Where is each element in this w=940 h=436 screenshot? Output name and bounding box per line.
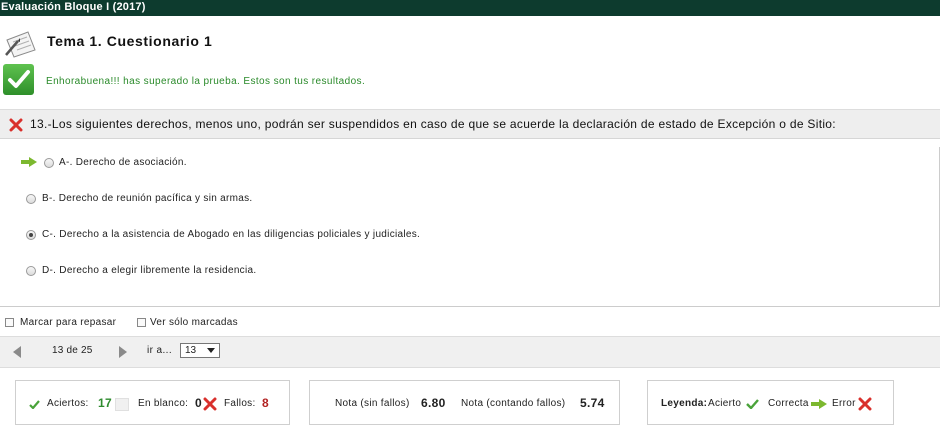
- check-icon: [29, 400, 40, 409]
- option-a-label[interactable]: A-. Derecho de asociación.: [59, 157, 187, 168]
- show-marked-checkbox[interactable]: [137, 318, 146, 327]
- correct-arrow-icon: [811, 399, 827, 409]
- option-d-label[interactable]: D-. Derecho a elegir libremente la resid…: [42, 265, 256, 276]
- option-b[interactable]: B-. Derecho de reunión pacífica y sin ar…: [0, 190, 700, 210]
- goto-select[interactable]: 13: [180, 343, 220, 358]
- window-title: Evaluación Bloque I (2017): [1, 1, 146, 13]
- grade-with-fail-label: Nota (contando fallos): [461, 398, 566, 409]
- review-filters: Marcar para repasar Ver sólo marcadas: [0, 316, 400, 332]
- mark-review-checkbox[interactable]: [5, 318, 14, 327]
- blank-label: En blanco:: [138, 398, 189, 409]
- check-icon: [3, 64, 34, 95]
- goto-label: ir a...: [147, 345, 173, 356]
- option-a[interactable]: A-. Derecho de asociación.: [0, 154, 700, 174]
- show-marked-label[interactable]: Ver sólo marcadas: [150, 317, 238, 328]
- blank-square-icon: [115, 398, 129, 411]
- blank-count: 0: [195, 396, 202, 410]
- legend-title: Leyenda:: [661, 398, 708, 409]
- result-banner: Enhorabuena!!! has superado la prueba. E…: [0, 62, 940, 98]
- previous-arrow-icon[interactable]: [13, 346, 21, 358]
- answer-options: A-. Derecho de asociación. B-. Derecho d…: [0, 147, 940, 307]
- grade-no-fail-label: Nota (sin fallos): [335, 398, 410, 409]
- option-d-radio[interactable]: [26, 266, 36, 276]
- mark-review-label[interactable]: Marcar para repasar: [20, 317, 116, 328]
- option-b-radio[interactable]: [26, 194, 36, 204]
- question-text: 13.-Los siguientes derechos, menos uno, …: [30, 117, 836, 131]
- document-pencil-icon: [5, 31, 36, 58]
- fail-x-icon: [203, 397, 217, 411]
- result-message: Enhorabuena!!! has superado la prueba. E…: [46, 76, 366, 87]
- question-header: 13.-Los siguientes derechos, menos uno, …: [0, 109, 940, 139]
- goto-select-value: 13: [185, 345, 197, 356]
- fails-label: Fallos:: [224, 398, 256, 409]
- grade-no-fail-value: 6.80: [421, 396, 446, 410]
- window-title-bar: Evaluación Bloque I (2017): [0, 0, 940, 16]
- option-b-label[interactable]: B-. Derecho de reunión pacífica y sin ar…: [42, 193, 253, 204]
- stats-box: Aciertos: 17 En blanco: 0 Fallos: 8: [15, 380, 290, 425]
- error-x-icon: [858, 397, 872, 411]
- legend-error-label: Error: [832, 398, 856, 409]
- fails-count: 8: [262, 396, 269, 410]
- question-navigation: 13 de 25 ir a... 13: [0, 336, 940, 368]
- page-title: Tema 1. Cuestionario 1: [47, 33, 213, 49]
- check-icon: [746, 399, 759, 409]
- grades-box: Nota (sin fallos) 6.80 Nota (contando fa…: [309, 380, 620, 425]
- grade-with-fail-value: 5.74: [580, 396, 605, 410]
- option-c[interactable]: C-. Derecho a la asistencia de Abogado e…: [0, 226, 700, 246]
- option-a-radio[interactable]: [44, 158, 54, 168]
- option-d[interactable]: D-. Derecho a elegir libremente la resid…: [0, 262, 700, 282]
- incorrect-x-icon: [9, 118, 23, 132]
- hits-label: Aciertos:: [47, 398, 89, 409]
- next-arrow-icon[interactable]: [119, 346, 127, 358]
- chevron-down-icon: [207, 348, 215, 353]
- legend-correct-label: Correcta: [768, 398, 809, 409]
- quiz-header: Tema 1. Cuestionario 1: [0, 26, 940, 60]
- option-c-radio[interactable]: [26, 230, 36, 240]
- hits-count: 17: [98, 396, 112, 410]
- legend-box: Leyenda: Acierto Correcta Error: [647, 380, 894, 425]
- question-counter: 13 de 25: [52, 345, 93, 356]
- legend-hit-label: Acierto: [708, 398, 742, 409]
- option-c-label[interactable]: C-. Derecho a la asistencia de Abogado e…: [42, 229, 420, 240]
- correct-arrow-icon: [21, 157, 37, 167]
